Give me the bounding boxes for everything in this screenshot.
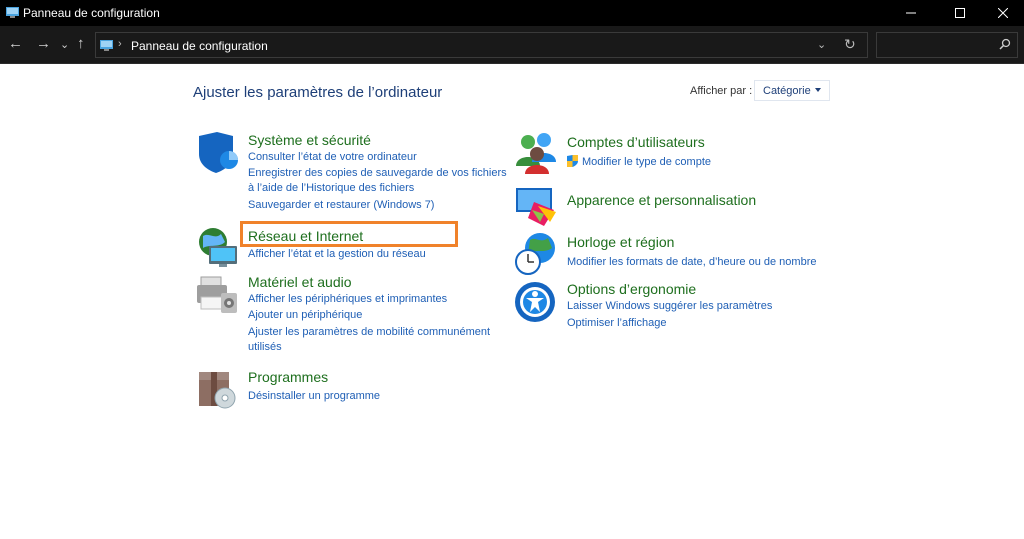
category-title[interactable]: Comptes d’utilisateurs: [567, 134, 705, 150]
close-button[interactable]: [980, 0, 1024, 26]
task-link[interactable]: Laisser Windows suggérer les paramètres: [567, 299, 772, 314]
view-by-dropdown[interactable]: Catégorie: [754, 80, 830, 101]
search-input[interactable]: [876, 32, 1018, 58]
uac-shield-icon: [567, 155, 578, 167]
back-arrow-icon[interactable]: ←: [8, 36, 23, 52]
minimize-button[interactable]: [888, 0, 934, 26]
category-title[interactable]: Horloge et région: [567, 234, 674, 250]
view-by-value: Catégorie: [763, 85, 811, 97]
up-arrow-icon[interactable]: ↑: [77, 36, 85, 52]
task-link[interactable]: Afficher les périphériques et imprimante…: [248, 292, 447, 307]
user-accounts-icon: [516, 133, 556, 174]
category-title[interactable]: Apparence et personnalisation: [567, 192, 756, 208]
minimize-icon: [906, 12, 916, 14]
close-icon: [998, 8, 1008, 18]
chevron-down-icon: [815, 88, 821, 92]
task-link[interactable]: Enregistrer des copies de sauvegarde de …: [248, 166, 507, 181]
control-panel-icon: [100, 40, 113, 51]
appearance-icon: [516, 188, 556, 226]
task-link[interactable]: Consulter l’état de votre ordinateur: [248, 150, 417, 165]
task-link[interactable]: Sauvegarder et restaurer (Windows 7): [248, 198, 434, 213]
category-title[interactable]: Programmes: [248, 369, 328, 385]
task-link[interactable]: Ajouter un périphérique: [248, 308, 362, 323]
breadcrumb[interactable]: Panneau de configuration: [131, 39, 268, 53]
address-dropdown-icon[interactable]: ⌄: [817, 38, 826, 51]
task-link[interactable]: à l’aide de l’Historique des fichiers: [248, 181, 414, 196]
clock-globe-icon: [515, 233, 555, 275]
window-title: Panneau de configuration: [23, 6, 160, 20]
category-title[interactable]: Matériel et audio: [248, 274, 352, 290]
recent-locations-icon[interactable]: ⌄: [60, 37, 69, 53]
category-title[interactable]: Options d’ergonomie: [567, 281, 696, 297]
shield-icon: [199, 132, 238, 173]
task-link[interactable]: Ajuster les paramètres de mobilité commu…: [248, 325, 490, 340]
title-bar: Panneau de configuration: [0, 0, 1024, 26]
ease-of-access-icon: [515, 282, 555, 322]
navigation-bar: ← → ⌄ ↑ › Panneau de configuration ⌄ ↻: [0, 26, 1024, 64]
category-title[interactable]: Système et sécurité: [248, 132, 371, 148]
task-link[interactable]: utilisés: [248, 340, 282, 355]
search-icon: [999, 38, 1011, 50]
maximize-icon: [955, 8, 965, 18]
maximize-button[interactable]: [937, 0, 983, 26]
printer-icon: [197, 276, 237, 313]
task-link[interactable]: Modifier le type de compte: [582, 155, 711, 170]
task-link[interactable]: Désinstaller un programme: [248, 389, 380, 404]
forward-arrow-icon[interactable]: →: [36, 36, 51, 52]
programs-box-icon: [199, 372, 236, 409]
address-bar[interactable]: › Panneau de configuration ⌄ ↻: [95, 32, 868, 58]
control-panel-icon: [6, 7, 19, 18]
view-by-label: Afficher par :: [690, 85, 753, 97]
breadcrumb-separator-icon: ›: [118, 38, 122, 50]
network-globe-icon: [199, 228, 237, 267]
task-link[interactable]: Afficher l’état et la gestion du réseau: [248, 247, 426, 262]
task-link[interactable]: Modifier les formats de date, d’heure ou…: [567, 255, 816, 270]
refresh-icon[interactable]: ↻: [844, 36, 856, 53]
task-link[interactable]: Optimiser l’affichage: [567, 316, 666, 331]
page-title: Ajuster les paramètres de l’ordinateur: [193, 84, 443, 101]
highlight-box: [240, 221, 458, 247]
